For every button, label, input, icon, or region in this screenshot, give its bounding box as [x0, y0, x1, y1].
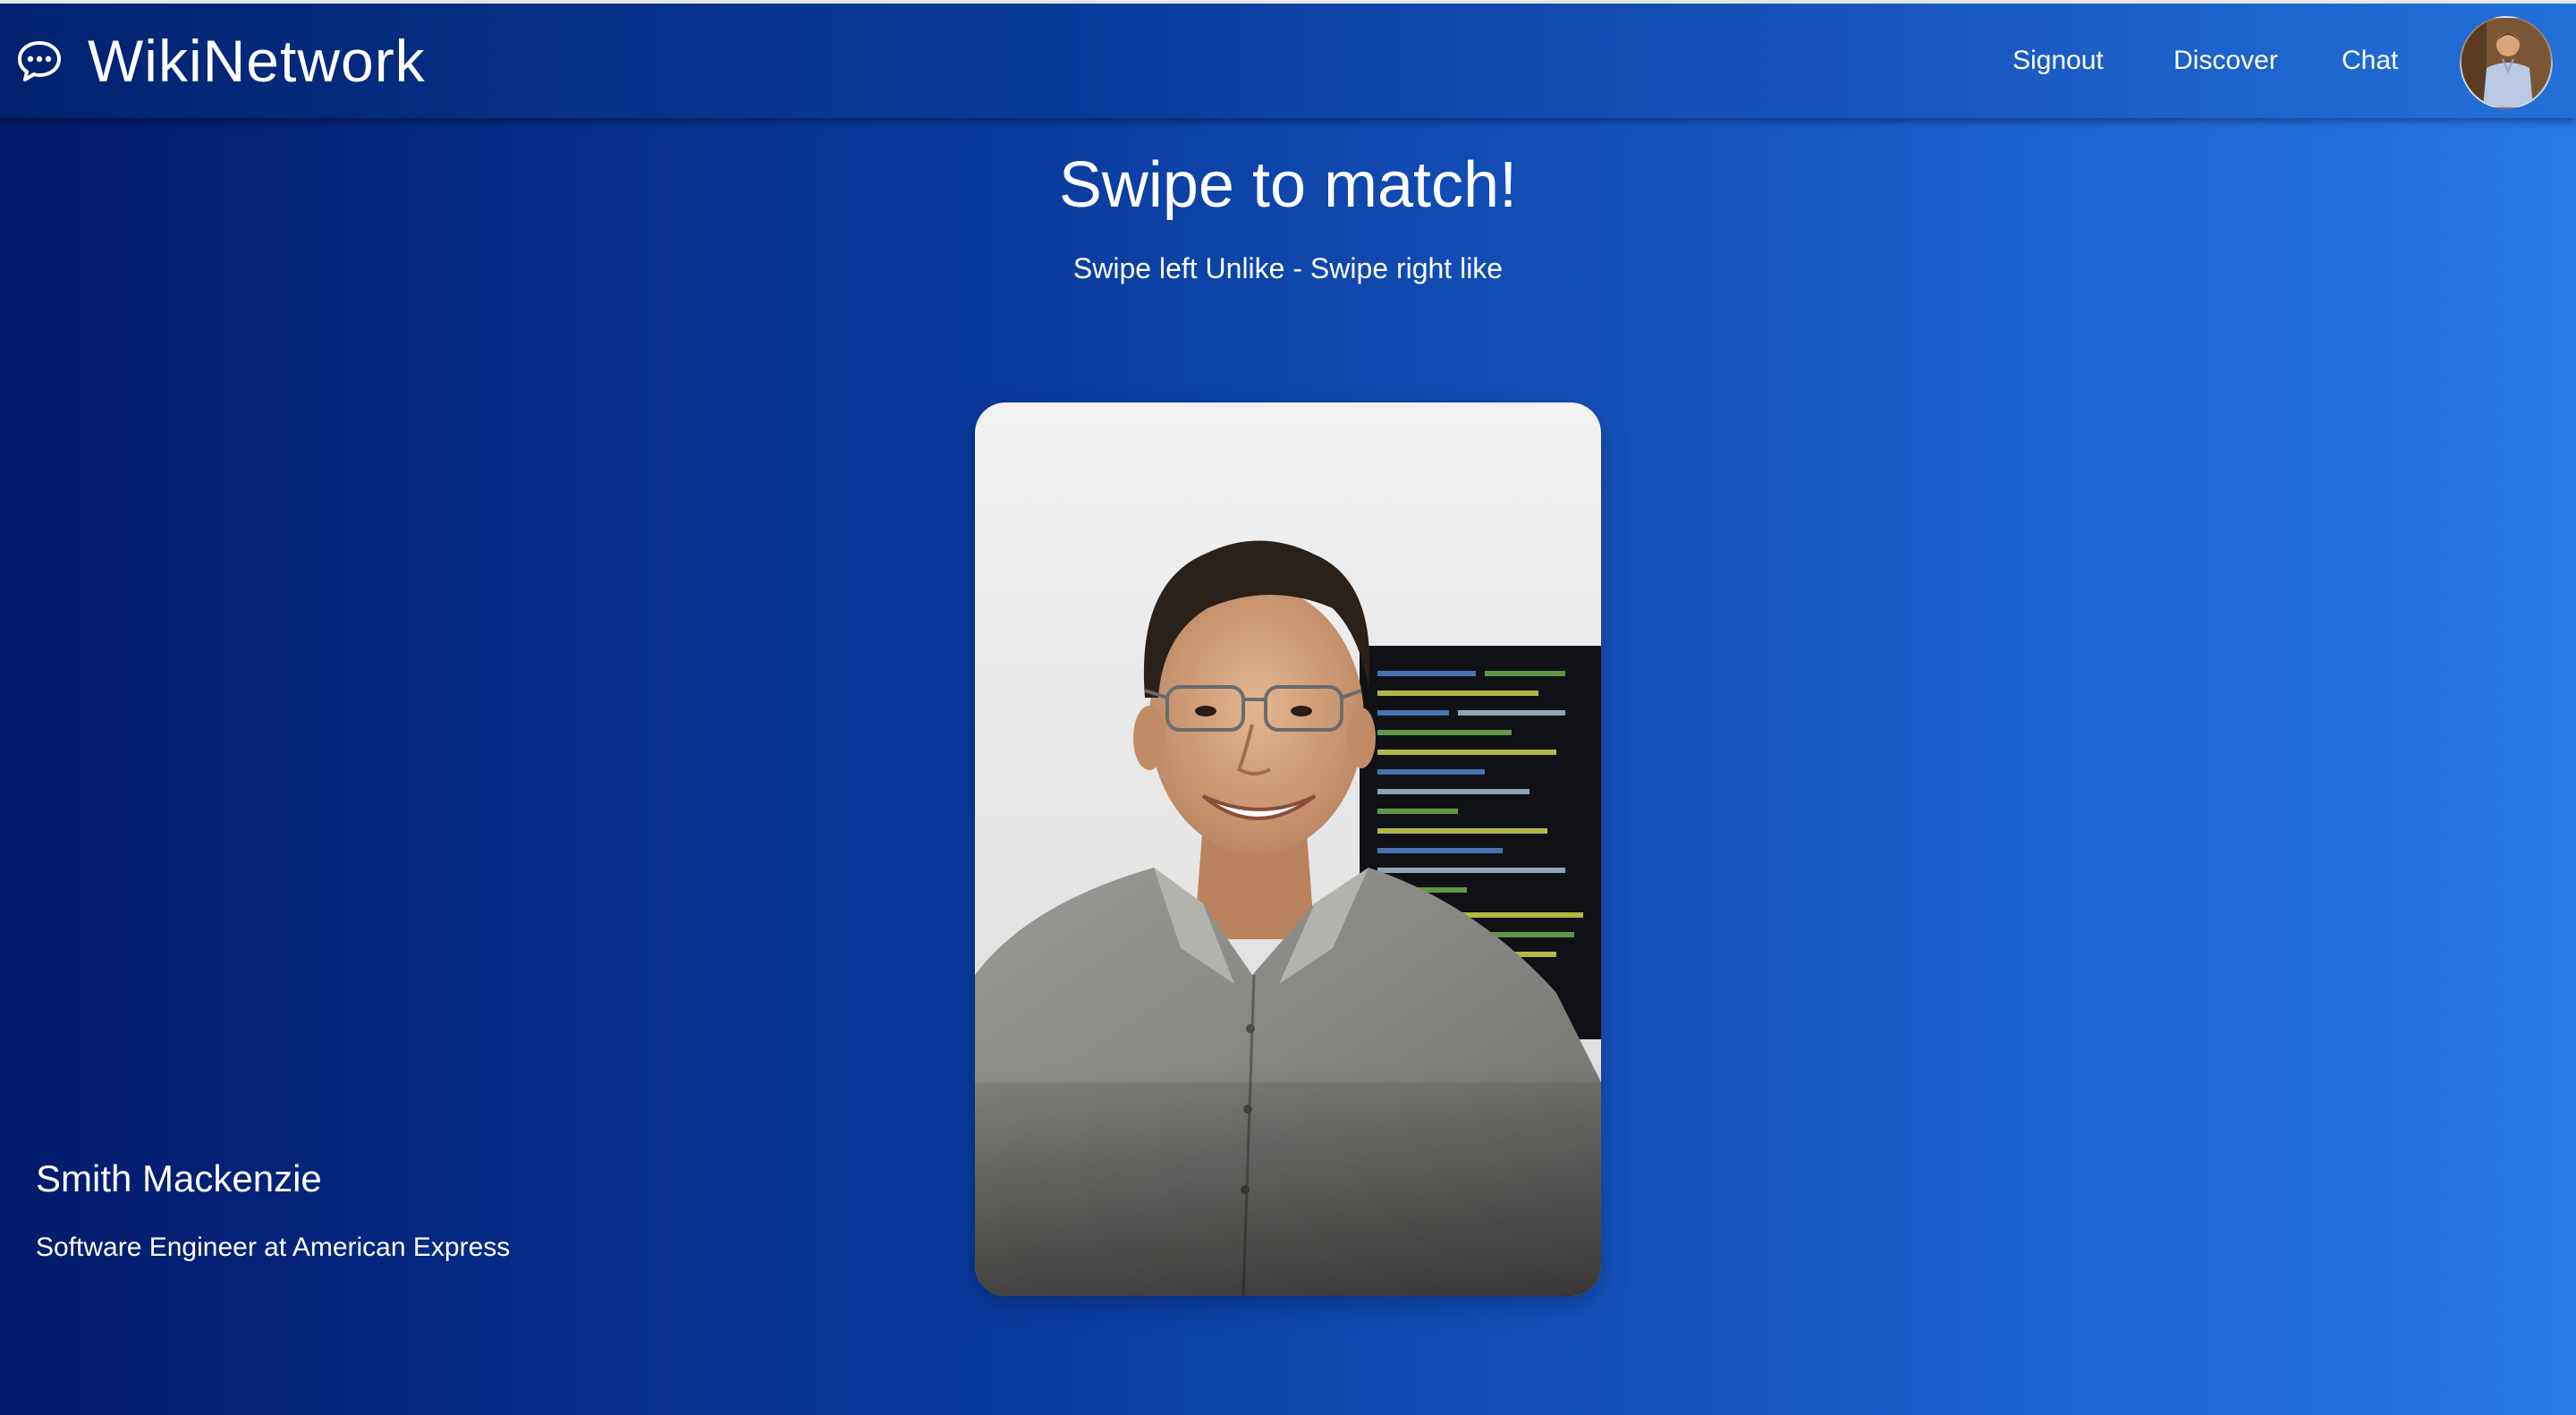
card-text-overlay	[975, 1063, 1601, 1296]
user-avatar[interactable]	[2460, 16, 2553, 109]
profile-card[interactable]	[975, 402, 1601, 1296]
profile-name: Smith Mackenzie	[36, 1157, 322, 1199]
page-title: Swipe to match!	[1058, 149, 1518, 221]
top-navbar: WikiNetwork Signout Discover Chat	[0, 4, 2576, 118]
brand[interactable]: WikiNetwork	[16, 4, 426, 118]
nav-signout-link[interactable]: Signout	[2012, 46, 2104, 76]
brand-title: WikiNetwork	[88, 28, 426, 94]
nav-discover-link[interactable]: Discover	[2174, 46, 2278, 76]
profile-role: Software Engineer at American Express	[36, 1233, 511, 1262]
page-subtitle: Swipe left Unlike - Swipe right like	[1072, 252, 1504, 284]
chat-bubble-icon	[16, 38, 63, 84]
nav-chat-link[interactable]: Chat	[2342, 46, 2398, 76]
